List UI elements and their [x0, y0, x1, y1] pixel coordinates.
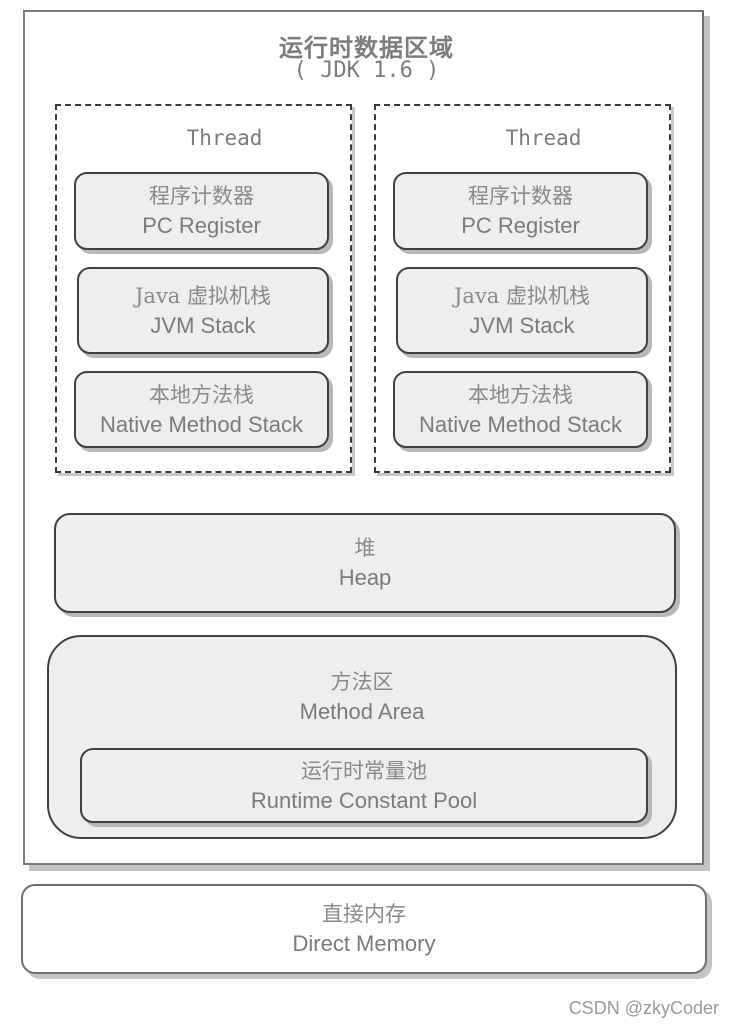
heap: 堆 Heap: [54, 513, 676, 613]
area-cn-label: 程序计数器: [468, 184, 573, 208]
native-method-stack-1: 本地方法栈 Native Method Stack: [74, 371, 329, 448]
area-cn-label: Java 虚拟机栈: [135, 283, 271, 308]
direct-memory-cn-label: 直接内存: [322, 902, 406, 926]
runtime-constant-pool: 运行时常量池 Runtime Constant Pool: [80, 748, 648, 823]
pool-cn-label: 运行时常量池: [301, 758, 427, 783]
method-area-en-label: Method Area: [299, 699, 425, 724]
thread-label: Thread: [186, 126, 263, 150]
jvm-stack-2: Java 虚拟机栈 JVM Stack: [396, 267, 648, 354]
area-en-label: JVM Stack: [469, 312, 575, 338]
pc-register-2: 程序计数器 PC Register: [393, 172, 648, 250]
diagram-version: ( JDK 1.6 ): [293, 58, 440, 83]
area-cn-label: 本地方法栈: [149, 382, 254, 407]
native-method-stack-2: 本地方法栈 Native Method Stack: [393, 371, 648, 448]
area-en-label: PC Register: [142, 213, 261, 238]
area-en-label: PC Register: [461, 213, 580, 238]
area-cn-label: 本地方法栈: [468, 382, 573, 407]
thread-label: Thread: [505, 126, 582, 150]
area-en-label: Native Method Stack: [419, 411, 622, 437]
jvm-stack-1: Java 虚拟机栈 JVM Stack: [77, 267, 329, 354]
pool-en-label: Runtime Constant Pool: [250, 787, 478, 813]
direct-memory-en-label: Direct Memory: [292, 931, 436, 956]
heap-en-label: Heap: [338, 565, 392, 590]
direct-memory: 直接内存 Direct Memory: [21, 884, 707, 974]
area-cn-label: Java 虚拟机栈: [454, 283, 590, 308]
area-cn-label: 程序计数器: [149, 184, 254, 208]
area-en-label: Native Method Stack: [100, 411, 303, 437]
method-area-cn-label: 方法区: [330, 670, 394, 694]
pc-register-1: 程序计数器 PC Register: [74, 172, 329, 250]
area-en-label: JVM Stack: [150, 312, 256, 338]
heap-cn-label: 堆: [354, 536, 376, 560]
watermark: CSDN @zkyCoder: [568, 998, 719, 1018]
